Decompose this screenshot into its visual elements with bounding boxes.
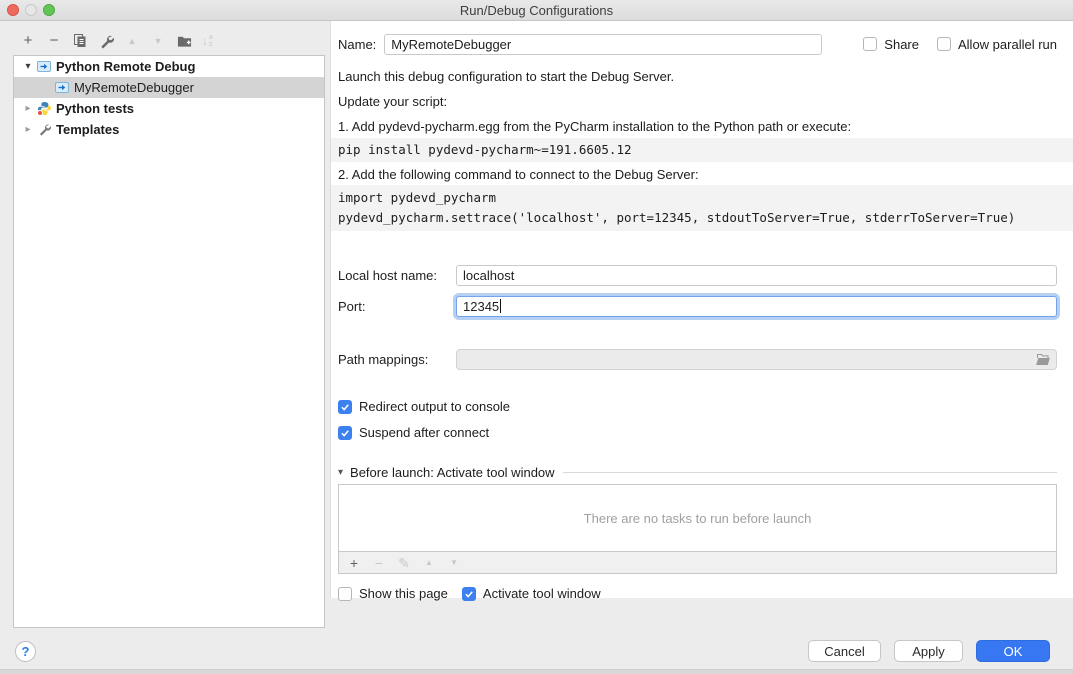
configuration-editor: Name: Share Allow parallel run Launch th… <box>330 21 1073 598</box>
tree-item-label: MyRemoteDebugger <box>74 80 194 95</box>
name-row: Name: Share Allow parallel run <box>338 33 1057 55</box>
before-launch-section: ▾ Before launch: Activate tool window <box>338 465 1057 480</box>
tree-item-label: Python tests <box>56 101 134 116</box>
run-debug-configurations-dialog: Run/Debug Configurations + − ▲ ▼ ↓ <box>0 0 1073 674</box>
tree-item-label: Templates <box>56 122 119 137</box>
tree-item-python-remote-debug[interactable]: ▾ Python Remote Debug <box>14 56 324 77</box>
add-task-icon[interactable]: + <box>346 555 362 571</box>
port-input[interactable]: 12345 <box>456 296 1057 317</box>
move-task-down-icon: ▼ <box>446 555 462 571</box>
show-this-page-row: Show this page <box>338 586 448 601</box>
step1-text: 1. Add pydevd-pycharm.egg from the PyCha… <box>338 118 1057 135</box>
path-mappings-row: Path mappings: <box>338 348 1057 370</box>
name-input[interactable] <box>384 34 822 55</box>
expanded-arrow-icon[interactable]: ▾ <box>20 61 36 72</box>
collapsed-arrow-icon[interactable]: ▸ <box>20 103 36 114</box>
templates-wrench-icon <box>36 122 52 137</box>
python-tests-icon <box>36 101 52 116</box>
section-divider <box>563 472 1057 473</box>
text-caret <box>500 299 501 313</box>
port-value: 12345 <box>463 299 499 314</box>
activate-tool-window-checkbox[interactable] <box>462 587 476 601</box>
copy-configuration-icon[interactable] <box>72 33 88 49</box>
update-script-text: Update your script: <box>338 93 1057 110</box>
empty-tasks-message: There are no tasks to run before launch <box>584 511 812 526</box>
top-checkboxes: Share Allow parallel run <box>863 37 1057 52</box>
redirect-output-row: Redirect output to console <box>338 399 1057 414</box>
show-this-page-label: Show this page <box>359 586 448 601</box>
pip-install-code: pip install pydevd-pycharm~=191.6605.12 <box>331 138 1073 162</box>
tree-item-label: Python Remote Debug <box>56 59 195 74</box>
allow-parallel-run-checkbox[interactable] <box>937 37 951 51</box>
before-launch-header: Before launch: Activate tool window <box>350 465 555 480</box>
dialog-buttons: Cancel Apply OK <box>808 640 1050 662</box>
show-this-page-checkbox[interactable] <box>338 587 352 601</box>
local-host-input[interactable] <box>456 265 1057 286</box>
new-folder-icon[interactable] <box>176 33 192 49</box>
suspend-after-connect-checkbox[interactable] <box>338 426 352 440</box>
help-button[interactable]: ? <box>15 641 36 662</box>
share-checkbox-row: Share <box>863 37 919 52</box>
page-options-row: Show this page Activate tool window <box>338 586 1057 601</box>
code-line: import pydevd_pycharm <box>338 190 496 205</box>
port-label: Port: <box>338 299 456 314</box>
allow-parallel-run-label: Allow parallel run <box>958 37 1057 52</box>
titlebar: Run/Debug Configurations <box>0 0 1073 21</box>
tree-item-python-tests[interactable]: ▸ Python tests <box>14 98 324 119</box>
configurations-tree: ▾ Python Remote Debug MyRemoteDebugger <box>13 55 325 628</box>
close-button[interactable] <box>7 4 19 16</box>
port-row: Port: 12345 <box>338 293 1057 319</box>
add-configuration-icon[interactable]: + <box>20 33 36 49</box>
traffic-lights <box>7 4 55 16</box>
allow-parallel-checkbox-row: Allow parallel run <box>937 37 1057 52</box>
step2-text: 2. Add the following command to connect … <box>338 166 1057 183</box>
collapsed-arrow-icon[interactable]: ▸ <box>20 124 36 135</box>
configurations-toolbar: + − ▲ ▼ ↓ az <box>20 32 213 50</box>
sort-configurations-icon: ↓ az <box>202 34 213 48</box>
move-up-icon: ▲ <box>124 33 140 49</box>
redirect-output-label: Redirect output to console <box>359 399 510 414</box>
share-label: Share <box>884 37 919 52</box>
window-title: Run/Debug Configurations <box>460 3 613 18</box>
remote-debug-config-icon <box>36 59 52 74</box>
local-host-row: Local host name: <box>338 264 1057 286</box>
window-bottom-edge <box>0 669 1073 674</box>
activate-tool-window-row: Activate tool window <box>462 586 601 601</box>
tree-item-myremotedebugger[interactable]: MyRemoteDebugger <box>14 77 324 98</box>
collapse-section-icon[interactable]: ▾ <box>338 467 343 478</box>
move-down-icon: ▼ <box>150 33 166 49</box>
tree-item-templates[interactable]: ▸ Templates <box>14 119 324 140</box>
name-label: Name: <box>338 37 376 52</box>
remove-configuration-icon[interactable]: − <box>46 33 62 49</box>
before-launch-task-list: There are no tasks to run before launch <box>338 484 1057 552</box>
settrace-code: import pydevd_pycharm pydevd_pycharm.sett… <box>331 185 1073 231</box>
intro-text: Launch this debug configuration to start… <box>338 68 1057 85</box>
cancel-button[interactable]: Cancel <box>808 640 881 662</box>
local-host-label: Local host name: <box>338 268 456 283</box>
zoom-button[interactable] <box>43 4 55 16</box>
apply-button[interactable]: Apply <box>894 640 963 662</box>
suspend-after-connect-label: Suspend after connect <box>359 425 489 440</box>
move-task-up-icon: ▲ <box>421 555 437 571</box>
remove-task-icon: − <box>371 555 387 571</box>
minimize-button <box>25 4 37 16</box>
tests-badge <box>37 110 43 116</box>
activate-tool-window-label: Activate tool window <box>483 586 601 601</box>
share-checkbox[interactable] <box>863 37 877 51</box>
ok-button[interactable]: OK <box>976 640 1050 662</box>
task-list-toolbar: + − ✎ ▲ ▼ <box>338 552 1057 574</box>
edit-defaults-wrench-icon[interactable] <box>98 33 114 49</box>
suspend-after-connect-row: Suspend after connect <box>338 425 1057 440</box>
path-mappings-label: Path mappings: <box>338 352 456 367</box>
code-line: pydevd_pycharm.settrace('localhost', por… <box>338 210 1015 225</box>
browse-folder-icon[interactable] <box>1035 353 1051 366</box>
remote-debug-config-icon <box>54 80 70 95</box>
path-mappings-field[interactable] <box>456 349 1057 370</box>
edit-task-pencil-icon: ✎ <box>396 555 412 571</box>
redirect-output-checkbox[interactable] <box>338 400 352 414</box>
